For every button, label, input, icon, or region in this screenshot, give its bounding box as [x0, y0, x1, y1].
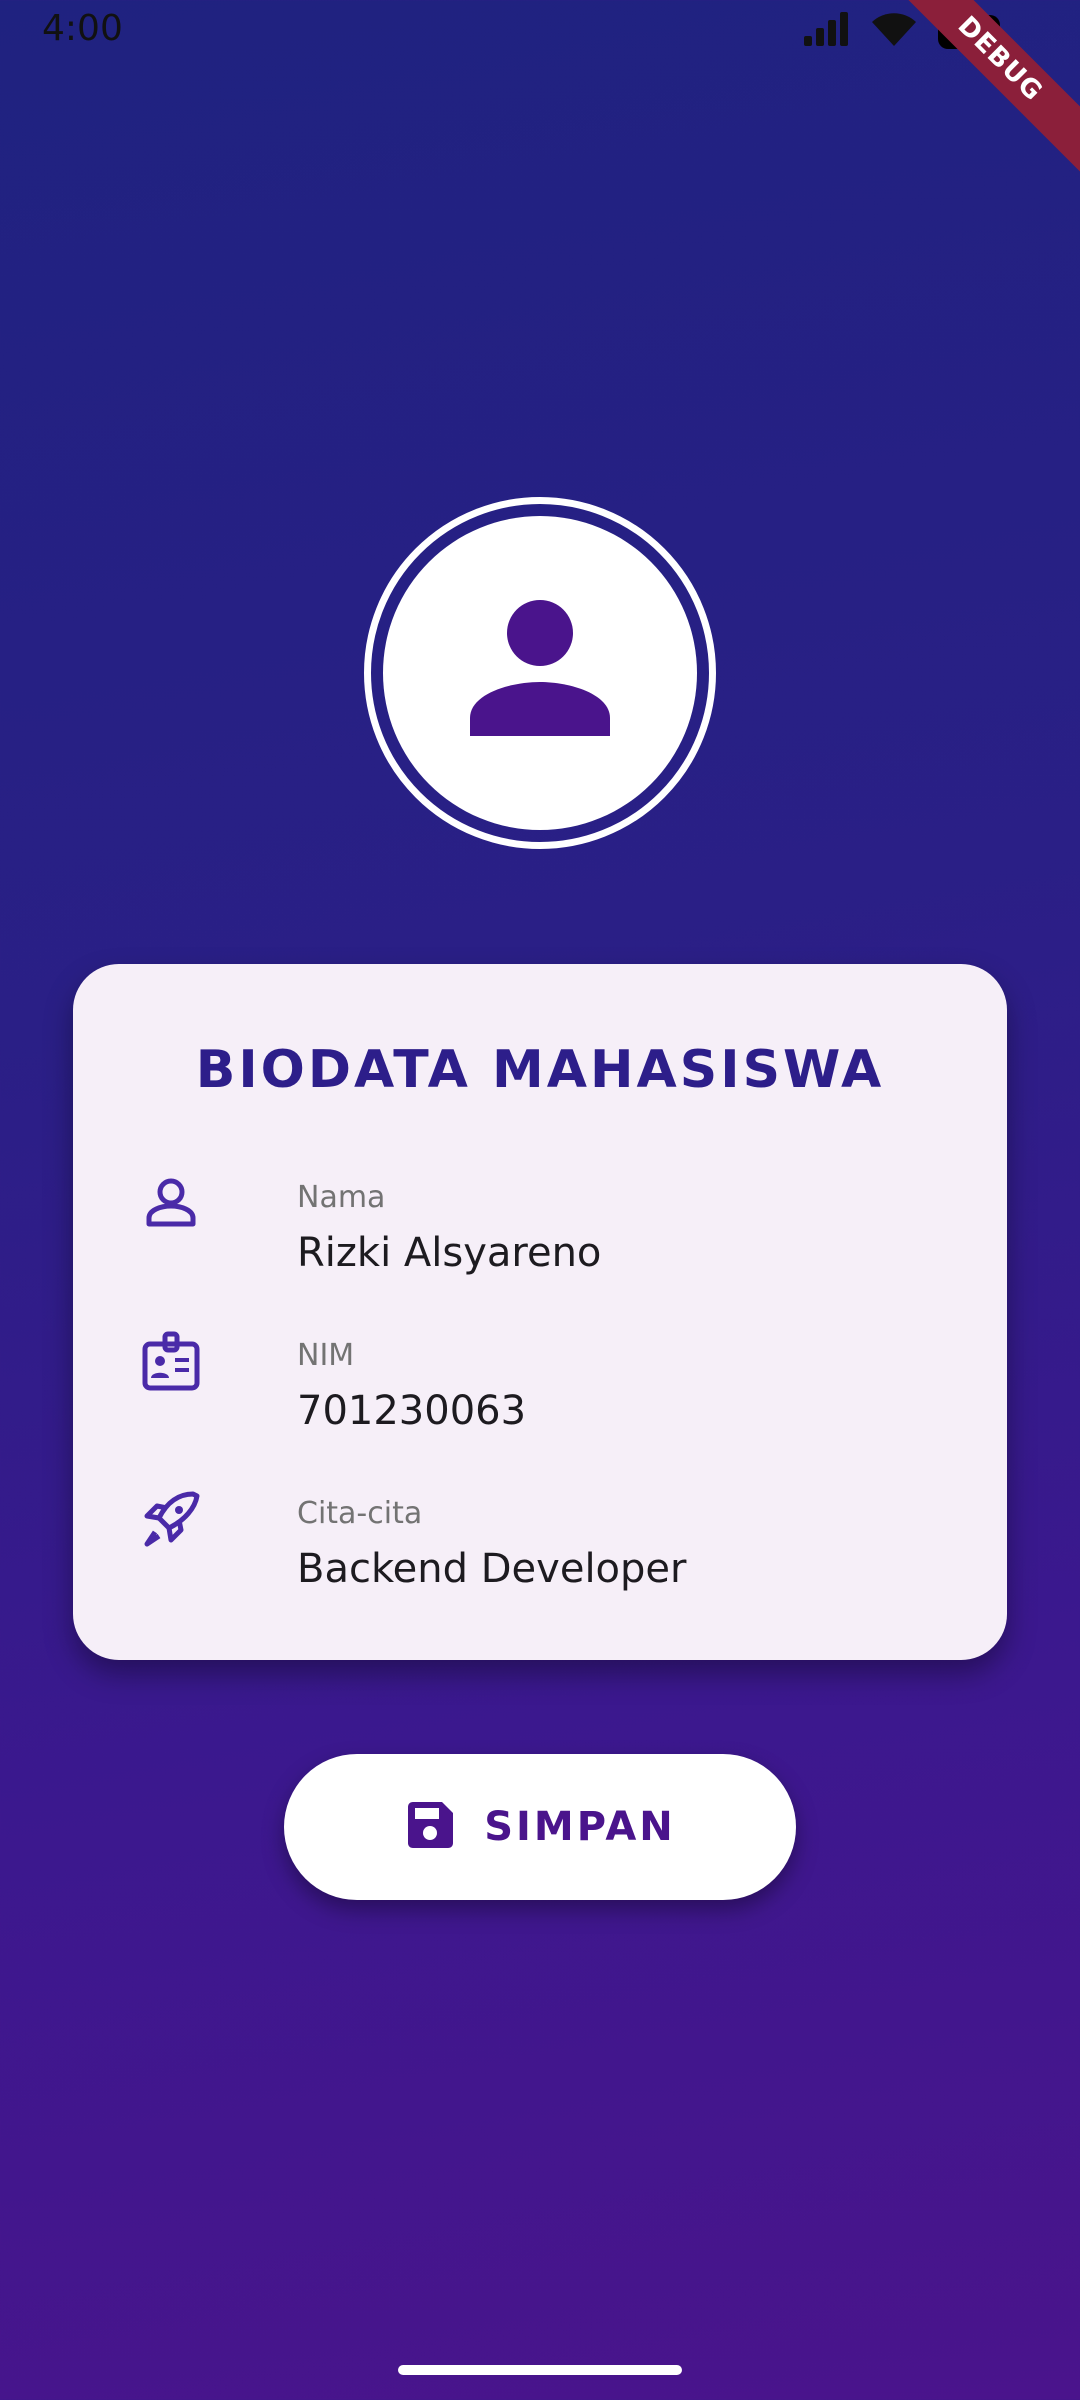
person-outline-icon [139, 1172, 203, 1236]
save-icon [404, 1799, 456, 1856]
card-title: BIODATA MAHASISWA [195, 1040, 885, 1100]
field-nama: Nama Rizki Alsyareno [139, 1172, 939, 1292]
avatar-circle [383, 516, 697, 830]
id-badge-icon [139, 1330, 203, 1394]
avatar [364, 497, 716, 849]
field-value: Backend Developer [297, 1546, 687, 1592]
field-label: Cita-cita [297, 1496, 423, 1531]
field-cita-cita: Cita-cita Backend Developer [139, 1488, 939, 1608]
save-label: SIMPAN [484, 1804, 676, 1850]
field-value: Rizki Alsyareno [297, 1230, 602, 1276]
save-button[interactable]: SIMPAN [284, 1754, 796, 1900]
status-time: 4:00 [42, 8, 123, 49]
home-indicator[interactable] [398, 2365, 682, 2375]
rocket-icon [139, 1488, 203, 1552]
person-icon [465, 596, 615, 751]
signal-icon [804, 12, 850, 51]
biodata-card: BIODATA MAHASISWA Nama Rizki Alsyareno N… [73, 964, 1007, 1660]
field-value: 701230063 [297, 1388, 527, 1434]
field-label: NIM [297, 1338, 355, 1373]
wifi-icon [872, 12, 916, 51]
field-nim: NIM 701230063 [139, 1330, 939, 1450]
field-label: Nama [297, 1180, 386, 1215]
